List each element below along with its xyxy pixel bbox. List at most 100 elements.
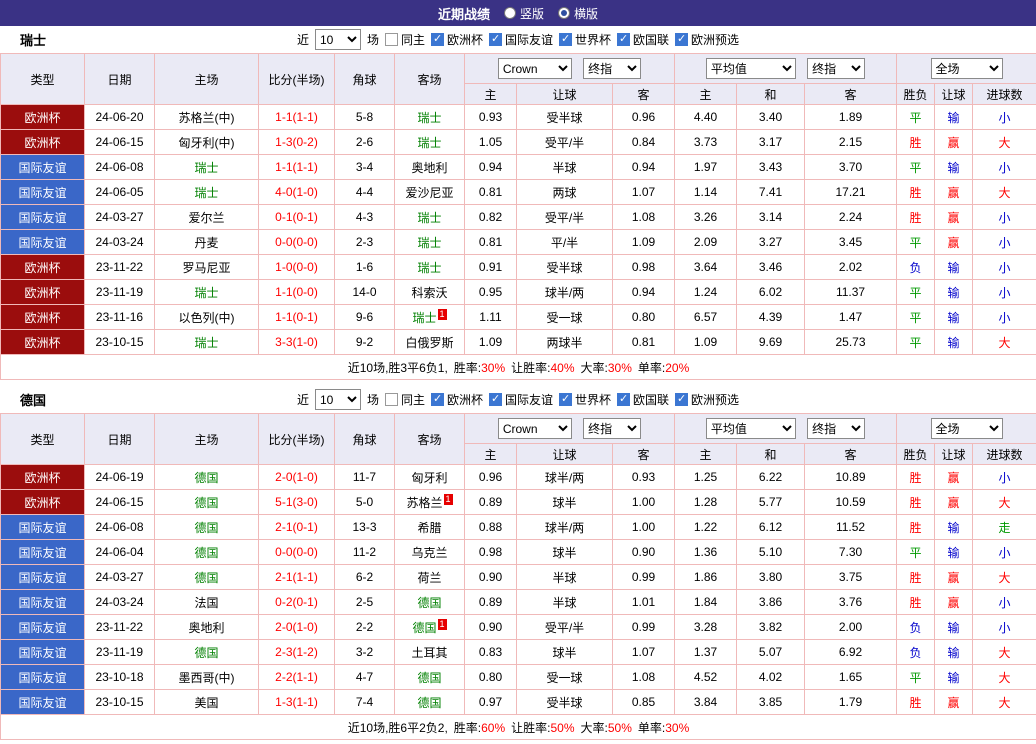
match-score: 1-1(0-0): [258, 279, 335, 305]
avg-away: 17.21: [803, 179, 898, 205]
checkbox-icon[interactable]: [489, 393, 502, 406]
subcol-handicap-result: 让球: [934, 443, 974, 465]
odds-home: 0.97: [464, 689, 517, 715]
away-team-name: 瑞士: [417, 135, 442, 150]
away-team: 瑞士: [394, 104, 465, 130]
corner-score: 4-7: [334, 664, 395, 690]
match-type: 欧洲杯: [0, 329, 85, 355]
result-handicap: 输: [934, 104, 974, 130]
away-team: 白俄罗斯: [394, 329, 465, 355]
away-team-name: 德国: [417, 670, 442, 685]
checkbox-icon[interactable]: [675, 393, 689, 406]
checkbox-label: 欧洲预选: [691, 33, 740, 47]
checkbox-icon[interactable]: [384, 33, 398, 46]
away-team: 土耳其: [394, 639, 465, 665]
avg-away: 3.75: [803, 564, 898, 590]
checkbox-icon[interactable]: [489, 33, 502, 46]
filter-checkbox-friendly[interactable]: 国际友谊: [489, 31, 553, 48]
odds-away: 1.08: [612, 204, 675, 230]
checkbox-icon[interactable]: [617, 393, 631, 406]
odds-away: 1.00: [612, 489, 675, 515]
home-team: 墨西哥(中): [154, 664, 259, 690]
odds-stage-select[interactable]: 终指: [583, 418, 642, 439]
filter-checkbox-nations-league[interactable]: 欧国联: [617, 391, 669, 408]
match-type: 国际友谊: [0, 514, 85, 540]
result-goals: 大: [972, 639, 1036, 665]
filter-checkbox-world-cup[interactable]: 世界杯: [559, 391, 611, 408]
checkbox-icon[interactable]: [430, 33, 444, 46]
match-count-select[interactable]: 10: [314, 29, 361, 50]
match-row: 欧洲杯 23-11-19 瑞士 1-1(0-0) 14-0 科索沃 0.95 球半/两 0.94…: [0, 279, 1036, 305]
odds-away: 1.07: [612, 639, 675, 665]
radio-icon[interactable]: [558, 7, 570, 19]
filter-checkbox-euro-cup[interactable]: 欧洲杯: [430, 391, 483, 408]
checkbox-icon[interactable]: [675, 33, 689, 46]
filter-checkbox-world-cup[interactable]: 世界杯: [559, 31, 611, 48]
checkbox-icon[interactable]: [384, 393, 398, 406]
result-outcome: 平: [896, 304, 936, 330]
avg-select[interactable]: 平均值: [705, 418, 796, 439]
match-row: 欧洲杯 24-06-20 苏格兰(中) 1-1(1-1) 5-8 瑞士 0.93 受半球 0.9…: [0, 104, 1036, 130]
col-header-home: 主场: [154, 53, 259, 105]
filter-checkbox-same-home[interactable]: 同主: [384, 31, 425, 48]
bookmaker-select[interactable]: Crown: [497, 418, 572, 439]
result-outcome: 胜: [896, 689, 936, 715]
filter-checkbox-same-home[interactable]: 同主: [384, 391, 425, 408]
home-team-name: 瑞士: [194, 335, 219, 350]
away-team: 德国: [394, 589, 465, 615]
odds-home: 0.83: [464, 639, 517, 665]
filter-checkbox-nations-league[interactable]: 欧国联: [617, 31, 669, 48]
avg-stage-select[interactable]: 终指: [807, 418, 866, 439]
layout-radio-horizontal[interactable]: 横版: [558, 5, 598, 22]
odds-home: 0.89: [464, 489, 517, 515]
checkbox-icon[interactable]: [430, 393, 444, 406]
home-team-name: 瑞士: [194, 285, 219, 300]
result-goals: 小: [972, 304, 1036, 330]
odds-away: 1.07: [612, 179, 675, 205]
checkbox-icon[interactable]: [617, 33, 631, 46]
odds-handicap: 球半: [516, 639, 613, 665]
result-goals: 小: [972, 279, 1036, 305]
result-goals: 大: [972, 689, 1036, 715]
filter-checkbox-euro-qualifiers[interactable]: 欧洲预选: [675, 391, 739, 408]
radio-icon[interactable]: [503, 7, 516, 19]
bookmaker-select[interactable]: Crown: [497, 58, 572, 79]
match-score: 0-1(0-1): [258, 204, 335, 230]
layout-radio-vertical[interactable]: 竖版: [503, 5, 544, 22]
checkbox-icon[interactable]: [559, 393, 573, 406]
filter-checkbox-friendly[interactable]: 国际友谊: [489, 391, 553, 408]
match-row: 国际友谊 24-03-24 法国 0-2(0-1) 2-5 德国 0.89 半球 1.01 1.8…: [0, 589, 1036, 615]
matches-tbody: 欧洲杯 24-06-20 苏格兰(中) 1-1(1-1) 5-8 瑞士 0.93 受半球 0.9…: [0, 104, 1036, 355]
avg-draw: 3.17: [736, 129, 805, 155]
scope-select[interactable]: 全场: [930, 418, 1003, 439]
away-team-name: 白俄罗斯: [405, 335, 454, 350]
away-team: 德国 1: [394, 614, 465, 640]
filter-checkbox-euro-cup[interactable]: 欧洲杯: [430, 31, 483, 48]
odds-home: 0.91: [464, 254, 517, 280]
scope-select[interactable]: 全场: [930, 58, 1003, 79]
avg-away: 1.65: [803, 664, 898, 690]
avg-home: 4.40: [674, 104, 737, 130]
result-goals: 小: [972, 204, 1036, 230]
match-row: 国际友谊 24-03-24 丹麦 0-0(0-0) 2-3 瑞士 0.81 平/半 1.09 2.…: [0, 229, 1036, 255]
home-team-name: 德国: [194, 495, 219, 510]
odds-handicap: 受平/半: [516, 204, 613, 230]
match-count-select[interactable]: 10: [314, 389, 361, 410]
home-team: 德国: [154, 639, 259, 665]
stat-label: 胜率:: [453, 360, 482, 375]
checkbox-label: 欧国联: [633, 393, 670, 407]
avg-stage-select[interactable]: 终指: [807, 58, 866, 79]
checkbox-icon[interactable]: [559, 33, 573, 46]
odds-home: 1.09: [464, 329, 517, 355]
avg-home: 3.64: [674, 254, 737, 280]
stat-value: 30%: [665, 720, 690, 735]
filter-checkbox-euro-qualifiers[interactable]: 欧洲预选: [675, 31, 739, 48]
avg-select[interactable]: 平均值: [705, 58, 796, 79]
result-goals: 大: [972, 329, 1036, 355]
odds-away: 1.09: [612, 229, 675, 255]
match-date: 24-03-24: [84, 589, 155, 615]
team-section-germany: 德国 近 10 场 同主 欧洲杯 国际友谊 世界杯: [0, 386, 1036, 740]
match-date: 24-03-24: [84, 229, 155, 255]
odds-stage-select[interactable]: 终指: [583, 58, 642, 79]
avg-away: 3.45: [803, 229, 898, 255]
